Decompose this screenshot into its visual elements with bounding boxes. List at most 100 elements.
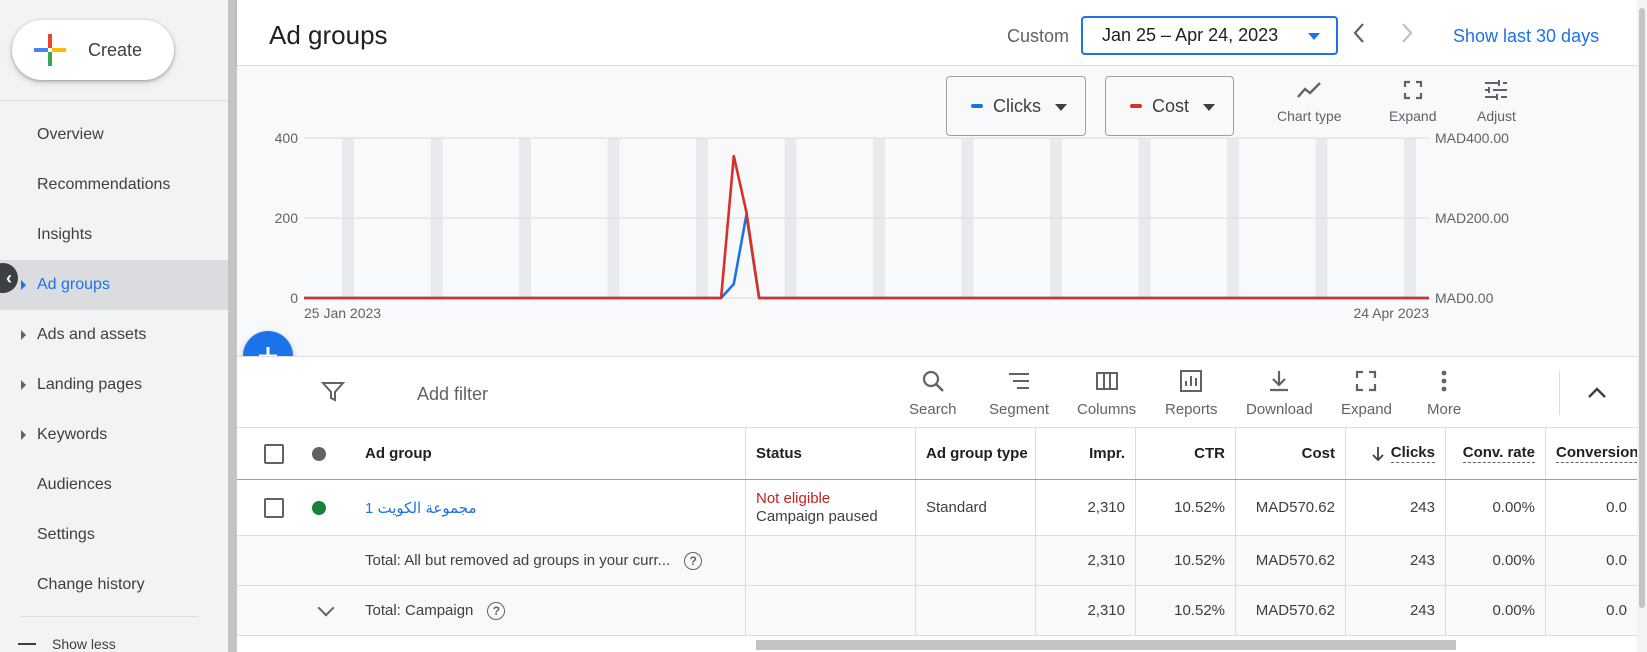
row-checkbox[interactable] bbox=[264, 497, 284, 518]
cost-swatch bbox=[1130, 104, 1142, 108]
help-icon[interactable]: ? bbox=[684, 551, 703, 570]
col-clicks[interactable]: Clicks bbox=[1345, 428, 1445, 479]
page-header: Ad groups Custom Jan 25 – Apr 24, 2023 S… bbox=[237, 0, 1637, 66]
table-expand-button[interactable]: Expand bbox=[1341, 369, 1392, 418]
campaign-cost: MAD570.62 bbox=[1235, 586, 1345, 635]
chart-adjust-button[interactable]: Adjust bbox=[1477, 80, 1516, 124]
ad-group-name-cell: مجموعة الكويت 1 bbox=[350, 480, 745, 535]
next-period-icon[interactable] bbox=[1400, 22, 1414, 48]
sidebar-item-change-history[interactable]: Change history bbox=[0, 560, 228, 610]
chart-type-button[interactable]: Chart type bbox=[1277, 80, 1342, 124]
help-icon[interactable]: ? bbox=[487, 601, 506, 620]
create-button[interactable]: Create bbox=[12, 20, 174, 80]
col-cost[interactable]: Cost bbox=[1235, 428, 1345, 479]
sidebar-item-ad-groups[interactable]: Ad groups bbox=[0, 260, 228, 310]
campaign-conv-rate: 0.00% bbox=[1445, 586, 1545, 635]
select-all-checkbox[interactable] bbox=[264, 443, 284, 464]
total-campaign-label-cell: Total: Campaign ? bbox=[350, 586, 745, 635]
create-label: Create bbox=[88, 39, 143, 60]
segment-button[interactable]: Segment bbox=[989, 369, 1049, 418]
collapse-chart-icon[interactable] bbox=[1587, 385, 1607, 404]
sidebar-item-label: Ad groups bbox=[37, 276, 110, 293]
total-row-all: Total: All but removed ad groups in your… bbox=[237, 536, 1637, 586]
filter-icon[interactable] bbox=[320, 381, 346, 408]
adjust-icon bbox=[1485, 80, 1508, 100]
sidebar-item-overview[interactable]: Overview bbox=[0, 110, 228, 160]
more-label: More bbox=[1427, 401, 1462, 418]
campaign-impr: 2,310 bbox=[1035, 586, 1135, 635]
page-scrollbar[interactable] bbox=[1639, 8, 1645, 608]
table-toolbar: Add filter Search Segment Columns Report… bbox=[237, 356, 1637, 428]
col-ctr[interactable]: CTR bbox=[1135, 428, 1235, 479]
status-main[interactable]: Not eligible bbox=[756, 490, 878, 508]
y-right-tick-label: MAD0.00 bbox=[1435, 290, 1494, 306]
metric-clicks-selector[interactable]: Clicks bbox=[946, 76, 1086, 136]
download-icon bbox=[1270, 371, 1289, 392]
expand-arrow-icon[interactable] bbox=[21, 330, 26, 340]
sidebar-item-label: Keywords bbox=[37, 426, 108, 443]
google-ads-app: Create Overview Recommendations Insights Ad… bbox=[0, 0, 1647, 652]
reports-button[interactable]: Reports bbox=[1165, 369, 1218, 418]
reports-icon bbox=[1180, 370, 1203, 392]
metric-cost-label: Cost bbox=[1152, 95, 1190, 116]
sidebar-divider bbox=[20, 616, 198, 617]
sort-descending-icon bbox=[1372, 446, 1384, 461]
sidebar-item-insights[interactable]: Insights bbox=[0, 210, 228, 260]
cost-cell: MAD570.62 bbox=[1235, 480, 1345, 535]
sidebar-scrollbar[interactable] bbox=[228, 0, 237, 652]
add-filter-button[interactable]: Add filter bbox=[417, 384, 488, 405]
status-filter-dot[interactable] bbox=[312, 446, 326, 461]
total-all-label-cell: Total: All but removed ad groups in your… bbox=[350, 536, 745, 585]
sidebar-item-keywords[interactable]: Keywords bbox=[0, 410, 228, 460]
x-start-label: 25 Jan 2023 bbox=[304, 305, 381, 321]
expand-icon bbox=[1403, 80, 1422, 100]
ctr-cell: 10.52% bbox=[1135, 480, 1235, 535]
col-status[interactable]: Status bbox=[745, 428, 915, 479]
col-conversions[interactable]: Conversions bbox=[1545, 428, 1637, 479]
show-less-button[interactable]: Show less bbox=[18, 636, 116, 652]
sidebar-item-recommendations[interactable]: Recommendations bbox=[0, 160, 228, 210]
columns-button[interactable]: Columns bbox=[1077, 369, 1136, 418]
table-horizontal-scrollbar[interactable] bbox=[756, 640, 1456, 650]
sidebar-item-label: Landing pages bbox=[37, 376, 142, 393]
y-left-tick-label: 400 bbox=[275, 130, 299, 146]
total-conversions: 0.0 bbox=[1545, 536, 1637, 585]
series-line-cost bbox=[304, 154, 1429, 300]
status-dot-header bbox=[302, 428, 350, 479]
columns-label: Columns bbox=[1077, 401, 1137, 418]
campaign-clicks: 243 bbox=[1345, 586, 1445, 635]
sidebar-item-label: Insights bbox=[37, 226, 93, 243]
status-cell: Not eligible Campaign paused bbox=[745, 480, 915, 535]
enabled-status-dot[interactable] bbox=[312, 500, 326, 515]
sidebar-item-audiences[interactable]: Audiences bbox=[0, 460, 228, 510]
col-ad-group[interactable]: Ad group bbox=[350, 428, 745, 479]
row-select-cell bbox=[237, 480, 302, 535]
col-impr[interactable]: Impr. bbox=[1035, 428, 1135, 479]
download-button[interactable]: Download bbox=[1246, 369, 1313, 418]
search-button[interactable]: Search bbox=[909, 369, 957, 418]
total-cost: MAD570.62 bbox=[1235, 536, 1345, 585]
expand-arrow-icon[interactable] bbox=[21, 280, 26, 290]
x-end-label: 24 Apr 2023 bbox=[1353, 305, 1429, 321]
col-ad-group-type[interactable]: Ad group type bbox=[915, 428, 1035, 479]
ad-group-link[interactable]: مجموعة الكويت 1 bbox=[365, 499, 476, 517]
minus-icon bbox=[18, 643, 36, 645]
expand-icon bbox=[1356, 370, 1377, 392]
dropdown-arrow-icon bbox=[1203, 104, 1215, 111]
expand-arrow-icon[interactable] bbox=[21, 380, 26, 390]
chevron-down-icon[interactable] bbox=[317, 599, 335, 616]
more-button[interactable]: More bbox=[1427, 369, 1461, 418]
total-campaign-label: Total: Campaign bbox=[365, 602, 474, 619]
sidebar-item-ads-and-assets[interactable]: Ads and assets bbox=[0, 310, 228, 360]
chart-expand-button[interactable]: Expand bbox=[1389, 80, 1436, 124]
date-range-picker[interactable]: Jan 25 – Apr 24, 2023 bbox=[1081, 16, 1338, 55]
sidebar-item-settings[interactable]: Settings bbox=[0, 510, 228, 560]
sidebar-item-landing-pages[interactable]: Landing pages bbox=[0, 360, 228, 410]
sidebar-item-label: Recommendations bbox=[37, 176, 171, 193]
col-conv-rate[interactable]: Conv. rate bbox=[1445, 428, 1545, 479]
metric-cost-selector[interactable]: Cost bbox=[1105, 76, 1234, 136]
show-last-30-days-link[interactable]: Show last 30 days bbox=[1453, 26, 1599, 47]
previous-period-icon[interactable] bbox=[1352, 22, 1366, 48]
sidebar-item-label: Settings bbox=[37, 526, 95, 543]
expand-arrow-icon[interactable] bbox=[21, 430, 26, 440]
